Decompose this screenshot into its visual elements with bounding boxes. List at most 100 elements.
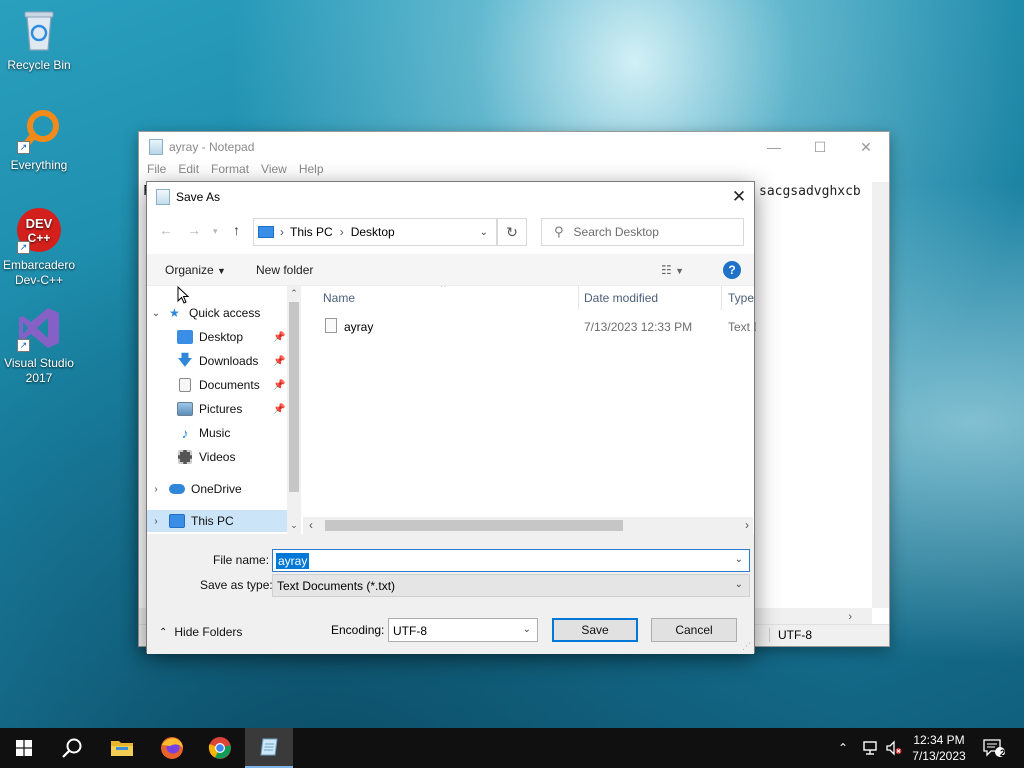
address-dropdown-chevron-icon[interactable]: ⌄ bbox=[480, 227, 488, 238]
menu-file[interactable]: File bbox=[147, 162, 166, 182]
status-encoding: UTF-8 bbox=[769, 628, 812, 642]
search-input[interactable]: ⚲ Search Desktop bbox=[541, 218, 744, 246]
dialog-close-button[interactable]: ✕ bbox=[724, 182, 754, 212]
menu-view[interactable]: View bbox=[261, 162, 287, 182]
onedrive-cloud-icon bbox=[169, 484, 185, 494]
windows-logo-icon bbox=[16, 740, 32, 756]
new-folder-button[interactable]: New folder bbox=[256, 263, 313, 277]
expanded-chevron-icon[interactable]: ⌄ bbox=[147, 308, 165, 319]
resize-grip-icon[interactable]: ⋰ bbox=[742, 641, 751, 652]
help-icon[interactable]: ? bbox=[723, 261, 741, 279]
firefox-button[interactable] bbox=[148, 728, 196, 768]
nav-pane-scrollbar[interactable]: ⌃ ⌄ bbox=[287, 286, 301, 534]
nav-label: This PC bbox=[191, 514, 234, 528]
desktop-icon-devcpp[interactable]: DEV C++ ↗ Embarcadero Dev-C++ bbox=[0, 206, 78, 288]
chrome-button[interactable] bbox=[196, 728, 244, 768]
scroll-right-icon[interactable]: › bbox=[848, 611, 852, 623]
cancel-button[interactable]: Cancel bbox=[651, 618, 737, 642]
view-options-icon[interactable]: ☷ ▼ bbox=[661, 263, 684, 277]
scrollbar-thumb[interactable] bbox=[289, 302, 299, 492]
notepad-taskbar-button[interactable] bbox=[245, 728, 293, 768]
pin-icon: 📌 bbox=[273, 332, 286, 343]
file-name-label: File name: bbox=[213, 553, 270, 567]
clock-date: 7/13/2023 bbox=[912, 749, 966, 763]
menu-help[interactable]: Help bbox=[299, 162, 324, 182]
search-button[interactable] bbox=[48, 728, 96, 768]
minimize-button[interactable]: — bbox=[751, 132, 797, 162]
start-button[interactable] bbox=[0, 728, 48, 768]
nav-item-desktop[interactable]: Desktop bbox=[177, 326, 287, 348]
save-button[interactable]: Save bbox=[552, 618, 638, 642]
nav-label: Quick access bbox=[189, 306, 261, 320]
column-header-name[interactable]: Name bbox=[323, 286, 355, 310]
file-name-input[interactable]: ayray ⌄ bbox=[272, 549, 750, 572]
breadcrumb-desktop[interactable]: Desktop bbox=[351, 225, 395, 239]
chevron-down-icon: ▼ bbox=[217, 266, 226, 276]
scroll-down-icon[interactable]: ⌄ bbox=[287, 520, 301, 531]
chevron-down-icon[interactable]: ⌄ bbox=[735, 579, 743, 590]
notepad-vertical-scrollbar[interactable] bbox=[872, 182, 889, 608]
nav-item-pictures[interactable]: Pictures bbox=[177, 398, 287, 420]
close-button[interactable]: ✕ bbox=[843, 132, 889, 162]
back-arrow-icon[interactable]: ← bbox=[159, 222, 173, 238]
scroll-up-icon[interactable]: ⌃ bbox=[287, 288, 301, 299]
file-list-horizontal-scrollbar[interactable]: ‹ › bbox=[303, 517, 753, 534]
scroll-left-icon[interactable]: ‹ bbox=[309, 518, 313, 532]
desktop-icon-everything[interactable]: ↗ Everything bbox=[0, 106, 78, 173]
column-header-date-modified[interactable]: Date modified bbox=[584, 286, 658, 310]
chevron-down-icon[interactable]: ⌄ bbox=[735, 554, 743, 565]
volume-muted-icon[interactable] bbox=[885, 728, 903, 768]
column-separator[interactable] bbox=[721, 286, 722, 310]
desktop-icon-visual-studio[interactable]: ↗ Visual Studio 2017 bbox=[0, 304, 78, 386]
maximize-button[interactable]: ☐ bbox=[797, 132, 843, 162]
notepad-text-area[interactable]: sacgsadvghxcb bbox=[759, 184, 861, 199]
nav-item-downloads[interactable]: 🡇 Downloads bbox=[177, 350, 287, 372]
notepad-icon bbox=[149, 139, 163, 155]
menu-edit[interactable]: Edit bbox=[178, 162, 199, 182]
hide-folders-button[interactable]: ⌃ Hide Folders bbox=[159, 625, 242, 639]
show-hidden-icons-chevron-icon[interactable]: ⌃ bbox=[838, 728, 848, 768]
menu-format[interactable]: Format bbox=[211, 162, 249, 182]
save-as-dialog[interactable]: Save As ✕ ← → ▾ ↑ › This PC › Desktop ⌄ … bbox=[146, 181, 756, 654]
column-separator[interactable] bbox=[578, 286, 579, 310]
collapsed-chevron-icon[interactable]: › bbox=[147, 516, 165, 527]
file-name-value[interactable]: ayray bbox=[276, 553, 310, 569]
forward-arrow-icon[interactable]: → bbox=[187, 222, 201, 238]
address-bar[interactable]: › This PC › Desktop ⌄ bbox=[253, 218, 497, 246]
encoding-select[interactable]: UTF-8 ⌄ bbox=[388, 618, 538, 642]
nav-onedrive[interactable]: › OneDrive bbox=[147, 478, 287, 500]
breadcrumb-separator-icon: › bbox=[280, 225, 284, 239]
refresh-button[interactable]: ↻ bbox=[497, 218, 527, 246]
dialog-bottom-panel: File name: ayray ⌄ Save as type: Text Do… bbox=[147, 534, 754, 654]
shortcut-arrow-icon: ↗ bbox=[17, 141, 30, 154]
file-explorer-button[interactable] bbox=[98, 728, 146, 768]
chevron-down-icon[interactable]: ⌄ bbox=[523, 624, 531, 635]
file-row[interactable]: ayray 7/13/2023 12:33 PM Text D bbox=[303, 316, 756, 338]
organize-label: Organize bbox=[165, 263, 214, 277]
nav-item-music[interactable]: ♪ Music bbox=[177, 422, 287, 444]
notification-center-button[interactable]: 2 bbox=[983, 728, 1009, 768]
nav-item-videos[interactable]: Videos bbox=[177, 446, 287, 468]
nav-quick-access[interactable]: ⌄ ★ Quick access bbox=[147, 302, 287, 324]
desktop-icon-recycle-bin[interactable]: Recycle Bin bbox=[0, 6, 78, 73]
nav-this-pc[interactable]: › This PC bbox=[147, 510, 287, 532]
file-date-modified: 7/13/2023 12:33 PM bbox=[584, 320, 693, 334]
scrollbar-thumb[interactable] bbox=[325, 520, 623, 531]
clock[interactable]: 12:34 PM 7/13/2023 bbox=[912, 728, 966, 768]
text-file-icon bbox=[325, 318, 337, 333]
up-arrow-icon[interactable]: ↑ bbox=[233, 222, 240, 238]
dialog-titlebar[interactable]: Save As bbox=[147, 182, 754, 212]
recent-locations-chevron-icon[interactable]: ▾ bbox=[213, 226, 218, 237]
network-icon[interactable] bbox=[862, 728, 880, 768]
collapsed-chevron-icon[interactable]: › bbox=[147, 484, 165, 495]
organize-button[interactable]: Organize ▼ bbox=[165, 263, 226, 277]
nav-item-documents[interactable]: Documents bbox=[177, 374, 287, 396]
breadcrumb-this-pc[interactable]: This PC bbox=[290, 225, 333, 239]
svg-text:C++: C++ bbox=[28, 231, 51, 245]
nav-label: Downloads bbox=[199, 354, 259, 368]
save-as-type-select[interactable]: Text Documents (*.txt) ⌄ bbox=[272, 574, 750, 597]
file-list[interactable]: ^ Name Date modified Type ayray 7/13/202… bbox=[303, 286, 756, 534]
column-header-type[interactable]: Type bbox=[728, 286, 754, 310]
scroll-right-icon[interactable]: › bbox=[745, 518, 749, 532]
file-name: ayray bbox=[344, 320, 374, 334]
